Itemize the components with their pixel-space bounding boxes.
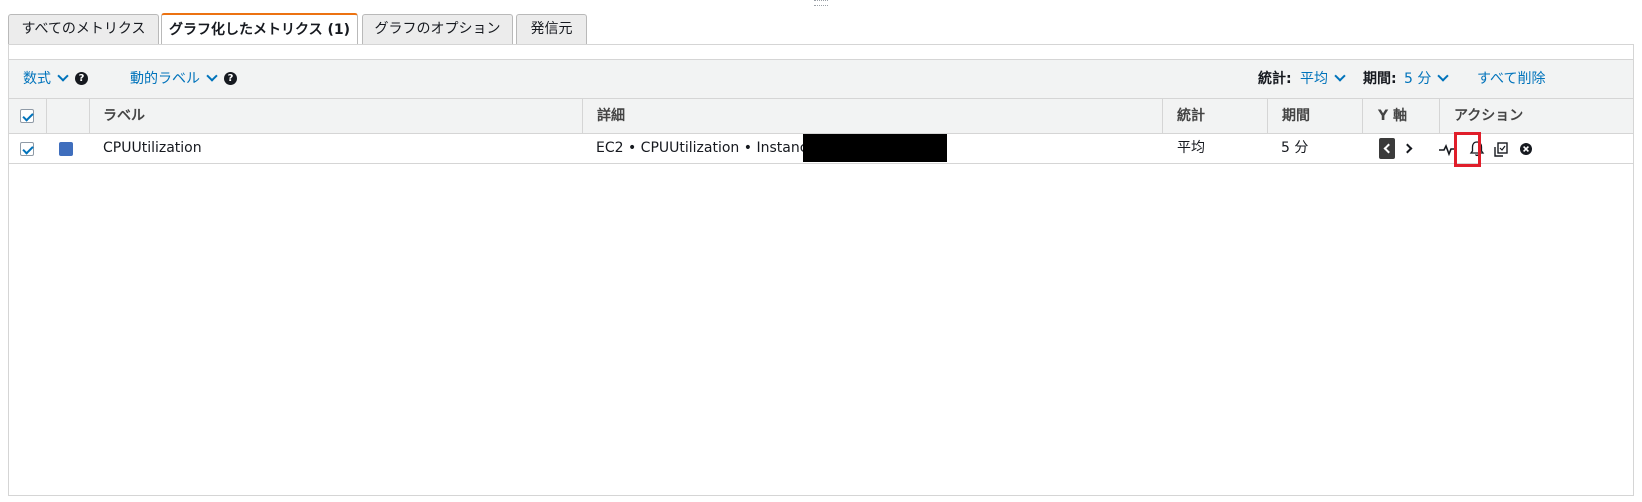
header-statistic[interactable]: 統計	[1177, 99, 1205, 133]
statistic-label: 統計:	[1258, 71, 1292, 87]
header-actions: アクション	[1454, 108, 1524, 124]
y-axis-right-icon[interactable]	[1401, 138, 1417, 159]
row-checkbox[interactable]	[20, 142, 34, 156]
math-label[interactable]: 数式	[23, 71, 51, 87]
help-icon[interactable]: ?	[224, 71, 237, 85]
tab-graphed-metrics[interactable]: グラフ化したメトリクス (1)	[161, 13, 358, 45]
statistic-value[interactable]: 平均	[1300, 71, 1328, 87]
metric-statistic[interactable]: 平均	[1177, 134, 1205, 163]
dynamic-label-label[interactable]: 動的ラベル	[130, 71, 200, 87]
period-label: 期間:	[1363, 71, 1397, 87]
math-expression-menu[interactable]: 数式?	[23, 60, 88, 98]
header-y-axis: Y 軸	[1378, 108, 1408, 124]
tab-source[interactable]: 発信元	[516, 14, 587, 44]
toolbar: 数式? 動的ラベル? 統計: 平均 期間: 5 分 すべて削除	[9, 59, 1633, 99]
graph-icon[interactable]	[1438, 139, 1458, 159]
resize-handle[interactable]	[814, 0, 828, 6]
chevron-down-icon	[1334, 70, 1346, 82]
header-label[interactable]: ラベル	[103, 99, 145, 133]
redacted-instance-id	[803, 134, 947, 162]
delete-all-button[interactable]: すべて削除	[1477, 71, 1545, 87]
series-color-swatch[interactable]	[59, 142, 73, 156]
chevron-down-icon	[57, 70, 69, 82]
period-value[interactable]: 5 分	[1404, 71, 1431, 87]
table-header: ラベル 詳細 統計 期間 Y 軸 アクション	[9, 99, 1633, 134]
graphed-metrics-panel: 数式? 動的ラベル? 統計: 平均 期間: 5 分 すべて削除 ラベル 詳細 統…	[8, 44, 1634, 496]
metric-label[interactable]: CPUUtilization	[103, 134, 202, 163]
metric-details: EC2 • CPUUtilization • InstanceId:	[596, 140, 834, 156]
remove-icon[interactable]	[1516, 139, 1536, 159]
tab-graph-options[interactable]: グラフのオプション	[362, 14, 513, 44]
bell-icon[interactable]	[1467, 139, 1487, 159]
statistic-dropdown[interactable]: 平均	[1300, 60, 1346, 98]
y-axis-left-icon[interactable]	[1379, 138, 1395, 159]
tab-all-metrics[interactable]: すべてのメトリクス	[8, 14, 159, 44]
dynamic-label-menu[interactable]: 動的ラベル?	[130, 60, 237, 98]
period-dropdown[interactable]: 5 分	[1404, 60, 1450, 98]
copy-icon[interactable]	[1491, 139, 1511, 159]
table-row: CPUUtilization EC2 • CPUUtilization • In…	[9, 134, 1633, 164]
header-details[interactable]: 詳細	[597, 99, 625, 133]
help-icon[interactable]: ?	[75, 71, 88, 85]
select-all-checkbox[interactable]	[20, 109, 34, 123]
metric-period[interactable]: 5 分	[1281, 134, 1308, 163]
chevron-down-icon	[1437, 70, 1450, 82]
header-period[interactable]: 期間	[1282, 99, 1310, 133]
chevron-down-icon	[206, 70, 218, 82]
